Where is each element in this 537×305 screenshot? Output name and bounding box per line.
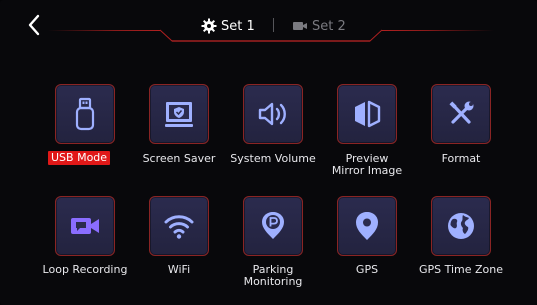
parking-pin-icon (262, 212, 284, 239)
settings-screen: Set 1 Set 2 USB Mode Screen Saver System… (0, 0, 537, 305)
header-tab-tray (158, 10, 384, 42)
header-divider-left (48, 30, 160, 31)
format-label: Format (441, 152, 481, 165)
tab-set-2-label: Set 2 (312, 18, 346, 34)
mirror-image-icon (355, 100, 381, 128)
parking-monitoring-tile[interactable] (243, 196, 303, 256)
wifi-tile[interactable] (149, 196, 209, 256)
globe-icon (448, 213, 474, 239)
usb-drive-icon (75, 97, 95, 131)
location-pin-icon (356, 212, 378, 240)
chevron-left-icon (28, 14, 40, 36)
usb-mode-tile[interactable] (55, 84, 115, 144)
tab-set-1[interactable]: Set 1 (201, 15, 255, 37)
screen-saver-icon (165, 102, 193, 127)
loop-recording-camera-icon (71, 218, 99, 234)
format-tile[interactable] (431, 84, 491, 144)
tab-set-1-label: Set 1 (221, 18, 255, 34)
preview-mirror-image-tile[interactable] (337, 84, 397, 144)
header-divider-right (382, 30, 494, 31)
gps-time-zone-tile[interactable] (431, 196, 491, 256)
system-volume-tile[interactable] (243, 84, 303, 144)
loop-recording-tile[interactable] (55, 196, 115, 256)
back-button[interactable] (24, 12, 46, 38)
tab-separator (273, 18, 274, 32)
tab-set-2[interactable]: Set 2 (292, 15, 346, 37)
wifi-icon (164, 215, 194, 239)
video-camera-icon (293, 22, 307, 30)
screen-saver-tile[interactable] (149, 84, 209, 144)
gps-time-zone-label: GPS Time Zone (418, 263, 504, 276)
usb-mode-label: USB Mode (48, 151, 111, 165)
gear-icon (201, 18, 217, 34)
wrench-screwdriver-icon (449, 101, 474, 124)
gps-tile[interactable] (337, 196, 397, 256)
speaker-volume-icon (258, 102, 286, 126)
